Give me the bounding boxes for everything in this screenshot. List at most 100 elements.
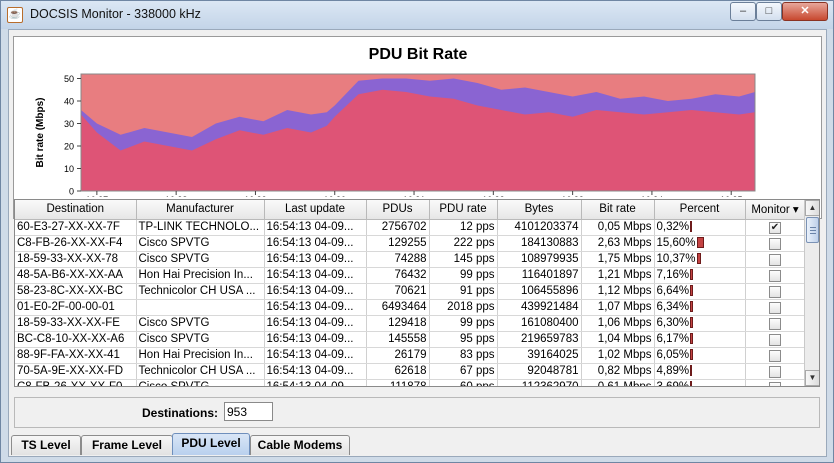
x-tick-label: 16:27 [86, 195, 109, 197]
scroll-down-icon[interactable]: ▼ [805, 370, 819, 386]
tab-pdu-level[interactable]: PDU Level [172, 433, 250, 455]
destinations-count-field[interactable] [224, 402, 273, 421]
column-header-manufacturer[interactable]: Manufacturer [136, 200, 265, 220]
cell-rate: 67 pps [429, 363, 498, 380]
table-row[interactable]: 70-5A-9E-XX-XX-FD Technicolor CH USA ... 1… [15, 363, 806, 380]
percent-bar [696, 253, 702, 265]
cell-bit: 1,21 Mbps [581, 267, 655, 284]
monitor-checkbox[interactable] [769, 317, 781, 330]
maximize-button[interactable]: □ [756, 2, 782, 21]
monitor-checkbox[interactable] [769, 349, 781, 362]
percent-text: 6,64% [656, 285, 690, 297]
scroll-thumb[interactable] [806, 217, 819, 243]
cell-dest: 60-E3-27-XX-XX-7F [15, 219, 137, 236]
table-row[interactable]: 88-9F-FA-XX-XX-41 Hon Hai Precision In...… [15, 347, 806, 364]
cell-monitor [745, 283, 806, 300]
tab-frame-level[interactable]: Frame Level [81, 435, 173, 455]
percent-text: 4,89% [656, 365, 690, 377]
percent-text: 6,34% [656, 301, 690, 313]
cell-bytes: 439921484 [497, 299, 582, 316]
cell-mfr: TP-LINK TECHNOLO... [136, 219, 265, 236]
column-header-destination[interactable]: Destination [15, 200, 137, 220]
monitor-checkbox[interactable] [769, 237, 781, 250]
table-row[interactable]: BC-C8-10-XX-XX-A6 Cisco SPVTG 16:54:13 04-… [15, 331, 806, 348]
app-window: ☕ DOCSIS Monitor - 338000 kHz – □ ✕ PDU … [0, 0, 834, 463]
cell-mfr: Cisco SPVTG [136, 315, 265, 332]
cell-percent: 6,05% [654, 347, 746, 364]
cell-pdus: 70621 [366, 283, 430, 300]
x-tick-label: 16:33 [561, 195, 584, 197]
monitor-checkbox[interactable] [769, 253, 781, 266]
tab-cable-modems[interactable]: Cable Modems [250, 435, 350, 455]
cell-dest: 70-5A-9E-XX-XX-FD [15, 363, 137, 380]
cell-bit: 1,06 Mbps [581, 315, 655, 332]
tab-bar: TS Level Frame Level PDU Level Cable Modems [9, 433, 826, 456]
percent-bar [690, 301, 693, 313]
x-tick-label: 16:32 [482, 195, 505, 197]
column-header-monitor[interactable]: Monitor ▾ [745, 200, 806, 220]
java-app-icon: ☕ [7, 7, 23, 23]
table-row[interactable]: C8-FB-26-XX-XX-F0 Cisco SPVTG 16:54:13 04-… [15, 379, 806, 386]
cell-pdus: 129418 [366, 315, 430, 332]
cell-rate: 91 pps [429, 283, 498, 300]
table-row[interactable]: 60-E3-27-XX-XX-7F TP-LINK TECHNOLO... 16:5… [15, 219, 806, 236]
cell-rate: 222 pps [429, 235, 498, 252]
y-tick-label: 40 [64, 97, 74, 107]
percent-bar [690, 333, 693, 345]
table-row[interactable]: 18-59-33-XX-XX-78 Cisco SPVTG 16:54:13 04-… [15, 251, 806, 268]
cell-rate: 12 pps [429, 219, 498, 236]
cell-mfr: Cisco SPVTG [136, 251, 265, 268]
percent-text: 0,32% [656, 221, 690, 233]
scroll-up-icon[interactable]: ▲ [805, 200, 819, 216]
title-bar: ☕ DOCSIS Monitor - 338000 kHz – □ ✕ [1, 1, 833, 29]
percent-bar [690, 317, 693, 329]
cell-dest: BC-C8-10-XX-XX-A6 [15, 331, 137, 348]
cell-percent: 6,64% [654, 283, 746, 300]
window-title: DOCSIS Monitor - 338000 kHz [30, 7, 201, 21]
cell-monitor [745, 251, 806, 268]
minimize-button[interactable]: – [730, 2, 756, 21]
percent-bar [690, 285, 694, 297]
cell-percent: 6,34% [654, 299, 746, 316]
column-header-pdu-rate[interactable]: PDU rate [429, 200, 498, 220]
monitor-checkbox[interactable] [769, 365, 781, 378]
cell-percent: 0,32% [654, 219, 746, 236]
table-row[interactable]: 18-59-33-XX-XX-FE Cisco SPVTG 16:54:13 04-… [15, 315, 806, 332]
monitor-checkbox[interactable] [769, 301, 781, 314]
monitor-checkbox[interactable] [769, 285, 781, 298]
monitor-checkbox[interactable]: ✔ [769, 221, 781, 234]
percent-bar [690, 269, 694, 281]
table-scrollbar[interactable]: ▲ ▼ [804, 200, 819, 386]
close-button[interactable]: ✕ [782, 2, 828, 21]
table-row[interactable]: C8-FB-26-XX-XX-F4 Cisco SPVTG 16:54:13 04-… [15, 235, 806, 252]
cell-bit: 1,07 Mbps [581, 299, 655, 316]
cell-mfr: Cisco SPVTG [136, 379, 265, 386]
x-tick-label: 16:30 [323, 195, 346, 197]
main-panel: PDU Bit Rate 0 10 20 30 40 50 Bit rate (Mbps) 16… [8, 29, 827, 457]
cell-mfr: Technicolor CH USA ... [136, 283, 265, 300]
tab-ts-level[interactable]: TS Level [11, 435, 81, 455]
column-header-percent[interactable]: Percent [654, 200, 746, 220]
cell-bytes: 4101203374 [497, 219, 582, 236]
cell-dest: 01-E0-2F-00-00-01 [15, 299, 137, 316]
table-row[interactable]: 01-E0-2F-00-00-01 16:54:13 04-09... 649346… [15, 299, 806, 316]
table-row[interactable]: 58-23-8C-XX-XX-BC Technicolor CH USA ... 1… [15, 283, 806, 300]
percent-text: 10,37% [656, 253, 696, 265]
column-header-bit-rate[interactable]: Bit rate [581, 200, 655, 220]
cell-upd: 16:54:13 04-09... [264, 315, 367, 332]
column-header-last-update[interactable]: Last update [264, 200, 367, 220]
column-header-pdus[interactable]: PDUs [366, 200, 430, 220]
monitor-checkbox[interactable] [769, 381, 781, 386]
column-header-bytes[interactable]: Bytes [497, 200, 582, 220]
cell-percent: 6,17% [654, 331, 746, 348]
cell-pdus: 62618 [366, 363, 430, 380]
monitor-checkbox[interactable] [769, 333, 781, 346]
cell-monitor [745, 363, 806, 380]
destinations-table: Destination Manufacturer Last update PDUs PD… [14, 199, 820, 387]
cell-mfr: Technicolor CH USA ... [136, 363, 265, 380]
cell-rate: 95 pps [429, 331, 498, 348]
monitor-checkbox[interactable] [769, 269, 781, 282]
cell-monitor [745, 379, 806, 386]
table-row[interactable]: 48-5A-B6-XX-XX-AA Hon Hai Precision In...… [15, 267, 806, 284]
chart-title: PDU Bit Rate [369, 46, 468, 63]
